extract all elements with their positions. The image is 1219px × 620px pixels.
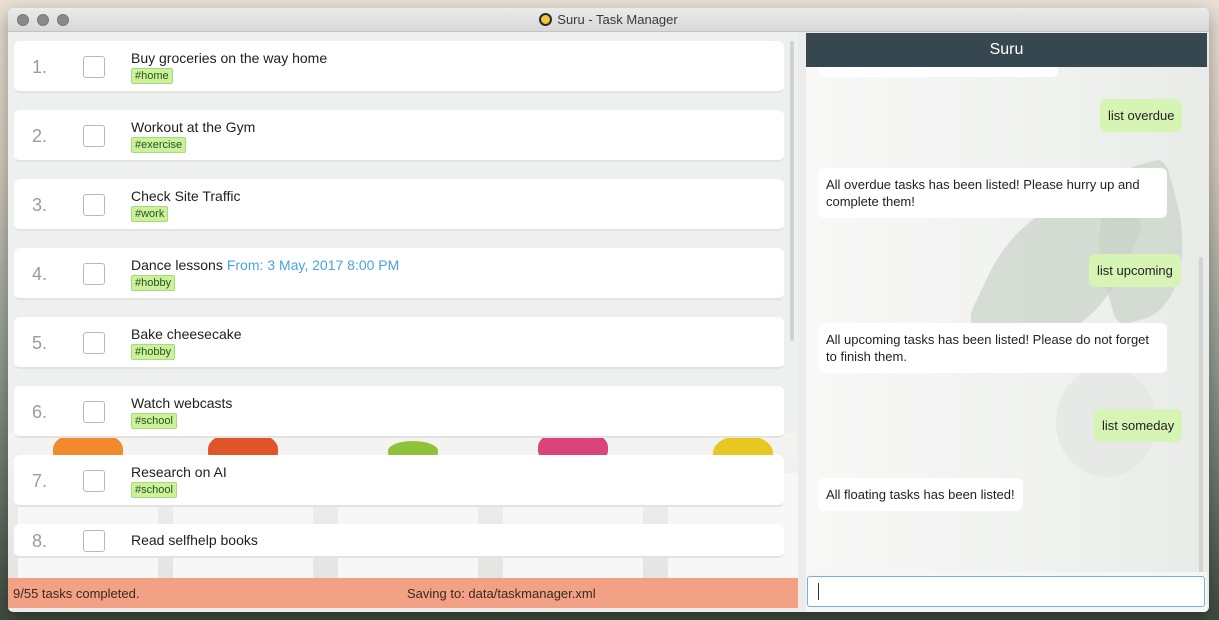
task-index: 2. <box>32 126 48 146</box>
saving-location-status: Saving to: data/taskmanager.xml <box>407 586 596 601</box>
task-tag: #hobby <box>131 344 176 360</box>
status-bar: 9/55 tasks completed. Saving to: data/ta… <box>8 578 798 608</box>
task-checkbox[interactable] <box>83 56 105 78</box>
text-caret <box>818 583 819 600</box>
task-name-text: Read selfhelp books <box>131 532 258 548</box>
chat-bubble-user: list upcoming <box>1089 254 1181 287</box>
task-index: 8. <box>32 531 48 551</box>
task-checkbox[interactable] <box>83 194 105 216</box>
app-logo-icon <box>539 13 553 26</box>
task-card[interactable]: 6. Watch webcasts #school <box>14 386 784 438</box>
task-card[interactable]: 5. Bake cheesecake #hobby <box>14 317 784 369</box>
chat-bubble-bot: All floating tasks has been listed! <box>818 478 1023 511</box>
task-index: 1. <box>32 57 48 77</box>
task-name-text: Watch webcasts <box>131 395 233 411</box>
task-checkbox[interactable] <box>83 470 105 492</box>
task-index: 5. <box>32 333 48 353</box>
task-card[interactable]: 4. Dance lessons From: 3 May, 2017 8:00 P… <box>14 248 784 300</box>
task-card[interactable]: 2. Workout at the Gym #exercise <box>14 110 784 162</box>
task-tag: #hobby <box>131 275 176 291</box>
task-name-text: Buy groceries on the way home <box>131 50 328 66</box>
task-name-text: Check Site Traffic <box>131 188 241 204</box>
task-tag: #home <box>131 68 173 84</box>
task-list-pane: 1. Buy groceries on the way home #home 2… <box>8 33 798 578</box>
window-title-wrap: Suru - Task Manager <box>8 12 1209 27</box>
task-index: 7. <box>32 471 48 491</box>
task-tag: #exercise <box>131 137 187 153</box>
task-name: Watch webcasts <box>131 395 232 411</box>
app-window: Suru - Task Manager 1. Buy groceries on … <box>8 8 1209 612</box>
task-checkbox[interactable] <box>83 263 105 285</box>
task-name: Bake cheesecake <box>131 326 242 342</box>
task-index: 3. <box>32 195 48 215</box>
task-name: Research on AI <box>131 464 227 480</box>
task-card[interactable]: 3. Check Site Traffic #work <box>14 179 784 231</box>
task-name: Dance lessons From: 3 May, 2017 8:00 PM <box>131 257 399 273</box>
chat-bubble-user: list someday <box>1094 409 1183 442</box>
tasks-completed-status: 9/55 tasks completed. <box>13 586 140 601</box>
chat-bubble-bot: All overdue tasks has been listed! Pleas… <box>818 168 1167 218</box>
command-input-wrap <box>806 572 1207 612</box>
window-title: Suru - Task Manager <box>557 12 678 27</box>
task-list-scroll-thumb[interactable] <box>790 41 794 341</box>
task-checkbox[interactable] <box>83 530 105 552</box>
task-index: 6. <box>32 402 48 422</box>
task-list-scrollbar[interactable] <box>788 41 796 511</box>
task-name: Check Site Traffic <box>131 188 240 204</box>
task-name: Read selfhelp books <box>131 532 258 548</box>
task-tag: #work <box>131 206 169 222</box>
chat-bubble-bot: All upcoming tasks has been listed! Plea… <box>818 323 1167 373</box>
task-name: Buy groceries on the way home <box>131 50 327 66</box>
task-name-text: Research on AI <box>131 464 227 480</box>
chat-bubble-partial <box>818 67 1058 77</box>
task-checkbox[interactable] <box>83 125 105 147</box>
chat-header: Suru <box>806 33 1207 67</box>
task-date: From: 3 May, 2017 8:00 PM <box>226 257 400 273</box>
chat-pane: Suru list overdue All overdue tasks has … <box>806 33 1207 612</box>
title-bar: Suru - Task Manager <box>8 8 1209 32</box>
task-checkbox[interactable] <box>83 401 105 423</box>
task-card[interactable]: 8. Read selfhelp books <box>14 524 784 558</box>
task-name-text: Workout at the Gym <box>131 119 256 135</box>
chat-messages: list overdue All overdue tasks has been … <box>806 67 1207 572</box>
task-card[interactable]: 7. Research on AI #school <box>14 455 784 507</box>
task-checkbox[interactable] <box>83 332 105 354</box>
chat-bubble-user: list overdue <box>1100 99 1183 132</box>
task-name: Workout at the Gym <box>131 119 255 135</box>
task-index: 4. <box>32 264 48 284</box>
command-input[interactable] <box>807 576 1205 607</box>
task-name-text: Bake cheesecake <box>131 326 242 342</box>
chat-scrollbar[interactable] <box>1199 257 1203 572</box>
task-tag: #school <box>131 413 177 429</box>
task-card[interactable]: 1. Buy groceries on the way home #home <box>14 41 784 93</box>
task-tag: #school <box>131 482 177 498</box>
task-name-text: Dance lessons <box>131 257 223 273</box>
